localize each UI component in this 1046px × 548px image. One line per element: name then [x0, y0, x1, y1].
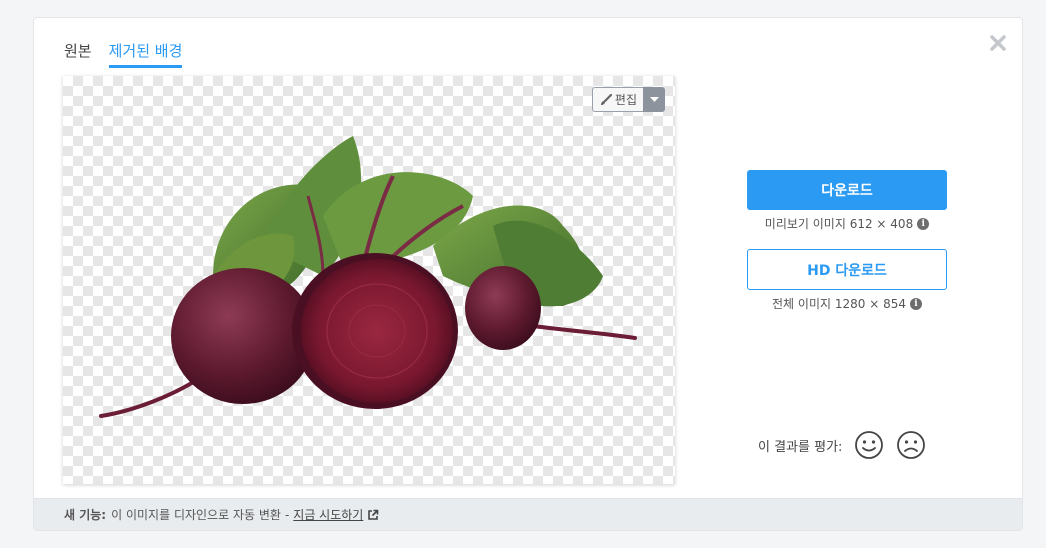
new-feature-text: 이 이미지를 디자인으로 자동 변환	[111, 508, 281, 522]
download-button[interactable]: 다운로드	[747, 170, 947, 210]
new-feature-banner: 새 기능: 이 이미지를 디자인으로 자동 변환 - 지금 시도하기	[34, 498, 1022, 530]
new-feature-badge: 새 기능:	[64, 508, 107, 522]
edit-control: 편집	[591, 87, 665, 112]
edit-label: 편집	[614, 93, 637, 107]
view-tabs: 원본 제거된 배경	[64, 40, 199, 68]
close-icon[interactable]	[988, 33, 1008, 53]
frown-icon[interactable]	[896, 430, 926, 460]
full-size-text: 전체 이미지 1280 × 854	[772, 297, 906, 311]
image-preview: 편집	[63, 76, 675, 484]
beet-image	[99, 136, 637, 418]
rating-section: 이 결과를 평가:	[758, 430, 926, 460]
preview-size-info: 미리보기 이미지 612 × 408 i	[747, 215, 947, 232]
smile-icon[interactable]	[854, 430, 884, 460]
tab-removed-background[interactable]: 제거된 배경	[108, 40, 183, 68]
caret-down-icon	[649, 96, 659, 102]
full-size-info: 전체 이미지 1280 × 854 i	[747, 295, 947, 312]
result-card: 원본 제거된 배경 편집 다운로드 미리보기 이미지 612 × 408 i H…	[33, 17, 1023, 531]
edit-button[interactable]: 편집	[591, 87, 643, 112]
separator: -	[284, 507, 290, 522]
preview-size-text: 미리보기 이미지 612 × 408	[764, 217, 914, 231]
info-icon[interactable]: i	[917, 217, 930, 230]
tab-original[interactable]: 원본	[64, 40, 92, 68]
external-link-icon[interactable]	[367, 509, 379, 521]
rating-label: 이 결과를 평가:	[758, 439, 843, 455]
edit-dropdown-button[interactable]	[643, 87, 665, 112]
try-now-link[interactable]: 지금 시도하기	[293, 506, 363, 523]
info-icon[interactable]: i	[909, 297, 922, 310]
hd-download-button[interactable]: HD 다운로드	[747, 249, 947, 290]
brush-icon	[600, 93, 612, 105]
